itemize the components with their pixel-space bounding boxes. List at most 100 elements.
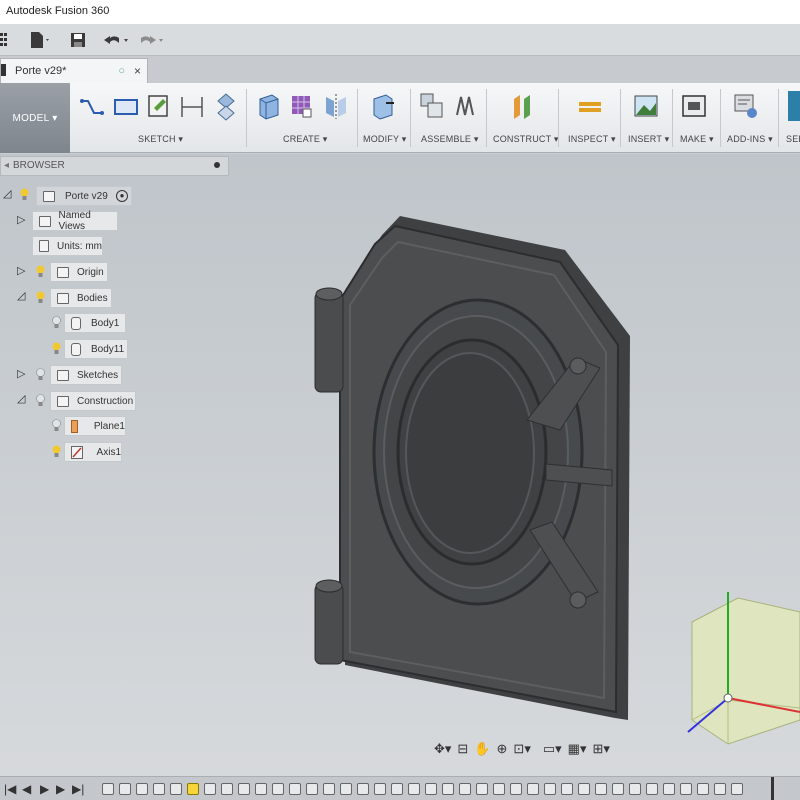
timeline-feature-icon[interactable] <box>561 783 573 795</box>
timeline-feature-icon[interactable] <box>680 783 692 795</box>
timeline-feature-icon[interactable] <box>170 783 182 795</box>
measure-icon[interactable] <box>576 91 604 121</box>
browser-node-body11[interactable]: Body11 <box>64 339 128 359</box>
browser-node-origin[interactable]: Origin <box>50 262 108 282</box>
browser-node-construction[interactable]: Construction <box>50 391 136 411</box>
browser-node-body1[interactable]: Body1 <box>64 313 126 333</box>
create-sketch-icon[interactable] <box>145 91 173 121</box>
timeline-feature-icon[interactable] <box>340 783 352 795</box>
timeline-feature-icon[interactable] <box>595 783 607 795</box>
lightbulb-icon[interactable] <box>36 394 45 407</box>
sketch-line-icon[interactable] <box>78 91 106 121</box>
select-group-label[interactable]: SEL <box>786 134 800 144</box>
create-group-label[interactable]: CREATE ▾ <box>283 134 327 145</box>
pan-icon[interactable]: ✋ <box>472 738 492 760</box>
lightbulb-icon[interactable] <box>20 188 29 201</box>
scripts-addins-icon[interactable] <box>732 91 760 121</box>
sketch-dimension-icon[interactable] <box>178 91 206 121</box>
timeline-feature-icon[interactable] <box>527 783 539 795</box>
timeline-feature-icon[interactable] <box>578 783 590 795</box>
save-icon[interactable] <box>70 30 86 50</box>
timeline-feature-icon[interactable] <box>136 783 148 795</box>
collapse-arrow-icon[interactable]: ◂ <box>4 160 9 171</box>
collapse-triangle-icon[interactable]: ◿ <box>17 289 25 302</box>
sketch-rectangle-icon[interactable] <box>112 91 140 121</box>
timeline-marker[interactable] <box>771 777 774 800</box>
3d-print-icon[interactable] <box>680 91 708 121</box>
undo-icon[interactable] <box>103 30 131 50</box>
timeline-feature-icon[interactable] <box>323 783 335 795</box>
timeline-feature-icon[interactable] <box>255 783 267 795</box>
addins-group-label[interactable]: ADD-INS ▾ <box>727 134 773 145</box>
mirror-icon[interactable] <box>322 91 350 121</box>
make-group-label[interactable]: MAKE ▾ <box>680 134 714 145</box>
timeline-feature-icon[interactable] <box>374 783 386 795</box>
modify-group-label[interactable]: MODIFY ▾ <box>363 134 406 145</box>
timeline-feature-icon[interactable] <box>714 783 726 795</box>
expand-triangle-icon[interactable]: ▷ <box>17 264 25 277</box>
document-tab[interactable]: Porte v29* ○ × <box>0 58 148 83</box>
close-icon[interactable]: × <box>134 64 141 78</box>
timeline-feature-icon[interactable] <box>425 783 437 795</box>
timeline-feature-icon[interactable] <box>612 783 624 795</box>
3d-viewport[interactable] <box>0 154 800 776</box>
browser-node-named-views[interactable]: Named Views <box>32 210 118 232</box>
browser-root-node[interactable]: Porte v29 ● <box>36 186 132 206</box>
form-icon[interactable] <box>287 91 315 121</box>
look-at-icon[interactable]: ⊟ <box>455 738 470 760</box>
browser-node-units[interactable]: Units: mm <box>32 236 103 256</box>
assemble-group-label[interactable]: ASSEMBLE ▾ <box>421 134 479 145</box>
browser-panel-header[interactable]: ◂ BROWSER <box>0 156 229 176</box>
orbit-icon[interactable]: ✥▾ <box>432 738 453 760</box>
lightbulb-icon[interactable] <box>52 445 61 458</box>
sketch-constraints-icon[interactable] <box>212 91 240 121</box>
zoom-icon[interactable]: ⊕ <box>495 738 510 760</box>
display-settings-icon[interactable]: ▭▾ <box>541 738 564 760</box>
viewports-icon[interactable]: ⊞▾ <box>590 738 611 760</box>
lightbulb-icon[interactable] <box>36 291 45 304</box>
lightbulb-icon[interactable] <box>52 316 61 329</box>
view-cube[interactable] <box>687 592 800 745</box>
timeline-feature-icon[interactable] <box>187 783 199 795</box>
inspect-group-label[interactable]: INSPECT ▾ <box>568 134 616 145</box>
extrude-icon[interactable] <box>254 91 282 121</box>
timeline-feature-icon[interactable] <box>204 783 216 795</box>
select-icon[interactable] <box>788 91 800 121</box>
lightbulb-icon[interactable] <box>36 265 45 278</box>
lightbulb-icon[interactable] <box>36 368 45 381</box>
door-model[interactable] <box>314 216 630 720</box>
timeline-feature-icon[interactable] <box>391 783 403 795</box>
lightbulb-icon[interactable] <box>52 419 61 432</box>
offset-plane-icon[interactable] <box>508 91 536 121</box>
timeline-feature-icon[interactable] <box>459 783 471 795</box>
collapse-triangle-icon[interactable]: ◿ <box>17 392 25 405</box>
timeline-feature-icon[interactable] <box>289 783 301 795</box>
timeline-feature-icon[interactable] <box>646 783 658 795</box>
timeline-feature-icon[interactable] <box>731 783 743 795</box>
first-icon[interactable]: |◀ <box>4 782 16 796</box>
timeline-feature-icon[interactable] <box>510 783 522 795</box>
browser-node-sketches[interactable]: Sketches <box>50 365 122 385</box>
timeline-feature-icon[interactable] <box>119 783 131 795</box>
press-pull-icon[interactable] <box>368 91 396 121</box>
sketch-group-label[interactable]: SKETCH ▾ <box>138 134 183 145</box>
expand-triangle-icon[interactable]: ▷ <box>17 367 25 380</box>
timeline-feature-icon[interactable] <box>544 783 556 795</box>
timeline-feature-icon[interactable] <box>663 783 675 795</box>
collapse-triangle-icon[interactable]: ◿ <box>3 187 11 200</box>
redo-icon[interactable] <box>138 30 166 50</box>
construct-group-label[interactable]: CONSTRUCT ▾ <box>493 134 559 145</box>
insert-group-label[interactable]: INSERT ▾ <box>628 134 669 145</box>
timeline-feature-icon[interactable] <box>221 783 233 795</box>
timeline-feature-icon[interactable] <box>102 783 114 795</box>
timeline-feature-icon[interactable] <box>153 783 165 795</box>
timeline-feature-icon[interactable] <box>357 783 369 795</box>
last-icon[interactable]: ▶| <box>72 782 84 796</box>
grid-icon[interactable] <box>0 30 10 50</box>
new-component-icon[interactable] <box>418 91 446 121</box>
timeline-feature-icon[interactable] <box>697 783 709 795</box>
file-icon[interactable] <box>30 30 52 50</box>
lightbulb-icon[interactable] <box>52 342 61 355</box>
insert-image-icon[interactable] <box>632 91 660 121</box>
previous-icon[interactable]: ◀ <box>22 782 31 796</box>
